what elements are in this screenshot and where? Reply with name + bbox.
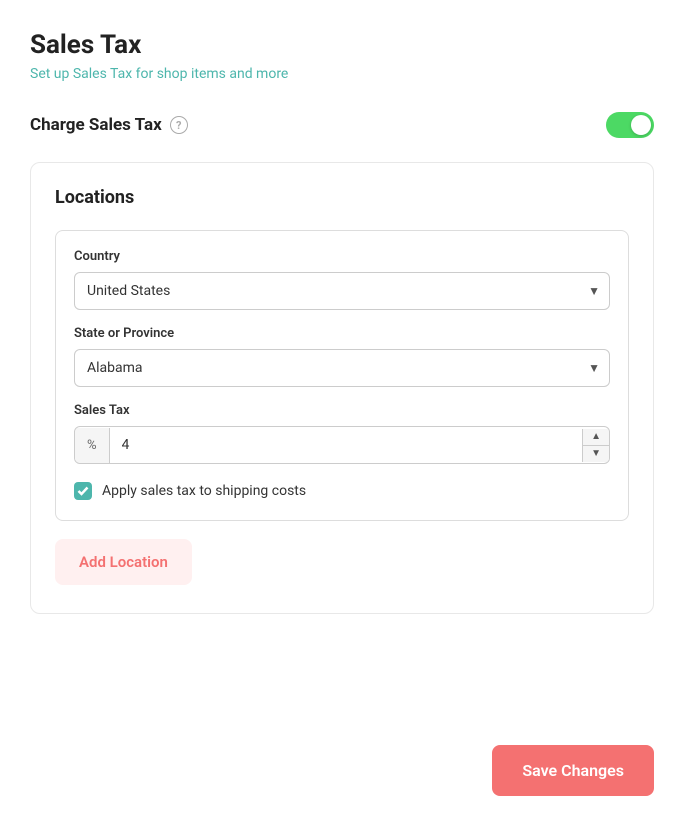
state-label: State or Province <box>74 326 610 341</box>
tax-input-wrapper: % ▲ ▼ <box>74 426 610 464</box>
charge-tax-label: Charge Sales Tax ? <box>30 115 188 135</box>
apply-shipping-checkbox[interactable] <box>74 482 92 500</box>
apply-shipping-row: Apply sales tax to shipping costs <box>74 482 610 500</box>
location-item: Country United States Canada United King… <box>55 230 629 521</box>
checkmark-icon <box>79 488 88 495</box>
page-title: Sales Tax <box>30 30 654 60</box>
tax-input[interactable] <box>110 427 583 463</box>
state-field-group: State or Province Alabama Alaska Arizona… <box>74 326 610 387</box>
stepper-down-button[interactable]: ▼ <box>583 446 609 462</box>
locations-title: Locations <box>55 187 629 208</box>
tax-stepper: ▲ ▼ <box>582 429 609 462</box>
page-subtitle: Set up Sales Tax for shop items and more <box>30 66 654 82</box>
state-select[interactable]: Alabama Alaska Arizona California Colora… <box>74 349 610 387</box>
tax-prefix: % <box>75 428 110 463</box>
charge-tax-toggle[interactable] <box>606 112 654 138</box>
charge-tax-row: Charge Sales Tax ? <box>30 112 654 138</box>
country-label: Country <box>74 249 610 264</box>
help-icon[interactable]: ? <box>170 116 188 134</box>
locations-card: Locations Country United States Canada U… <box>30 162 654 614</box>
stepper-up-button[interactable]: ▲ <box>583 429 609 446</box>
save-changes-button[interactable]: Save Changes <box>492 745 654 796</box>
country-select-wrapper: United States Canada United Kingdom Aust… <box>74 272 610 310</box>
country-select[interactable]: United States Canada United Kingdom Aust… <box>74 272 610 310</box>
sales-tax-label: Sales Tax <box>74 403 610 418</box>
page-container: Sales Tax Set up Sales Tax for shop item… <box>0 0 684 824</box>
sales-tax-field-group: Sales Tax % ▲ ▼ <box>74 403 610 464</box>
add-location-button[interactable]: Add Location <box>55 539 192 585</box>
state-select-wrapper: Alabama Alaska Arizona California Colora… <box>74 349 610 387</box>
country-field-group: Country United States Canada United King… <box>74 249 610 310</box>
charge-tax-text: Charge Sales Tax <box>30 115 162 135</box>
apply-shipping-label: Apply sales tax to shipping costs <box>102 483 306 499</box>
toggle-slider <box>606 112 654 138</box>
